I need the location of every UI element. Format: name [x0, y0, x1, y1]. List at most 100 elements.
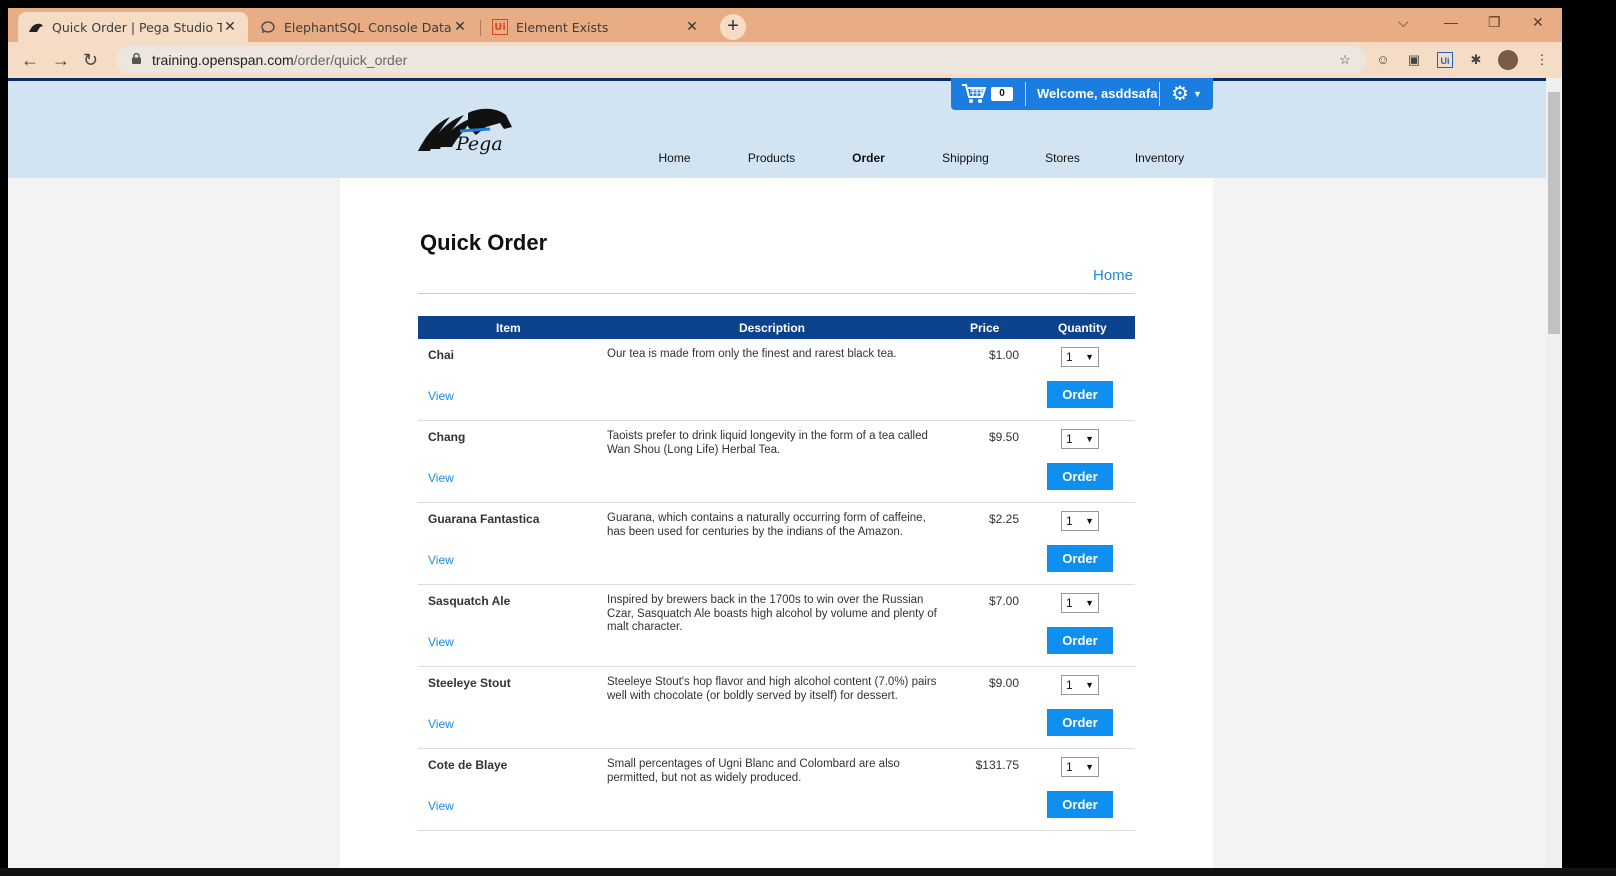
tab-element-exists[interactable]: Ui Element Exists ✕ — [482, 12, 710, 42]
tab-search-icon[interactable]: ⌵ — [1398, 14, 1409, 31]
address-bar[interactable]: training.openspan.com/order/quick_order — [116, 46, 1366, 74]
product-row: Chai Our tea is made from only the fines… — [418, 339, 1135, 421]
order-button[interactable]: Order — [1047, 791, 1113, 818]
extension-icon[interactable]: ▣ — [1406, 52, 1422, 68]
scrollbar-thumb[interactable] — [1548, 92, 1560, 334]
close-window-button[interactable]: ✕ — [1532, 14, 1544, 31]
tab-title: ElephantSQL Console DataBase f — [284, 19, 452, 35]
order-button[interactable]: Order — [1047, 545, 1113, 572]
quantity-value: 1 — [1066, 432, 1073, 446]
quantity-value: 1 — [1066, 760, 1073, 774]
tab-title: Quick Order | Pega Studio Trainin — [52, 19, 222, 35]
quantity-value: 1 — [1066, 514, 1073, 528]
tab-separator — [480, 20, 481, 36]
tab-strip: Quick Order | Pega Studio Trainin ✕ Elep… — [8, 8, 1562, 42]
product-name: Chang — [428, 430, 466, 444]
forward-arrow-icon[interactable]: → — [52, 50, 70, 71]
quantity-select[interactable]: 1 ▼ — [1061, 593, 1099, 613]
gear-icon[interactable]: ⚙ — [1171, 81, 1189, 106]
product-price: $2.25 — [988, 512, 1019, 526]
welcome-text[interactable]: Welcome, asddsafa — [1037, 86, 1157, 101]
order-button[interactable]: Order — [1047, 627, 1113, 654]
nav-shipping[interactable]: Shipping — [917, 151, 1014, 165]
view-link[interactable]: View — [428, 799, 454, 813]
column-header-quantity: Quantity — [1058, 321, 1107, 335]
url-path: /order/quick_order — [293, 52, 408, 68]
caret-down-icon[interactable]: ▼ — [1193, 89, 1202, 99]
divider — [1159, 82, 1160, 106]
pega-horse-icon — [28, 19, 44, 35]
cart-icon[interactable] — [961, 82, 987, 104]
tab-quick-order[interactable]: Quick Order | Pega Studio Trainin ✕ — [18, 12, 248, 42]
product-row: Cote de Blaye Small percentages of Ugni … — [418, 749, 1135, 831]
logo-wordmark: Pega — [456, 133, 503, 155]
chevron-down-icon: ▼ — [1085, 762, 1094, 772]
order-button[interactable]: Order — [1047, 381, 1113, 408]
product-price: $9.00 — [988, 676, 1019, 690]
taskbar-edge — [0, 868, 1616, 876]
back-arrow-icon[interactable]: ← — [21, 50, 39, 71]
view-link[interactable]: View — [428, 471, 454, 485]
order-button[interactable]: Order — [1047, 463, 1113, 490]
nav-stores[interactable]: Stores — [1014, 151, 1111, 165]
chevron-down-icon: ▼ — [1085, 434, 1094, 444]
nav-order[interactable]: Order — [820, 151, 917, 165]
chevron-down-icon: ▼ — [1085, 352, 1094, 362]
nav-inventory[interactable]: Inventory — [1111, 151, 1208, 165]
product-row: Guarana Fantastica Guarana, which contai… — [418, 503, 1135, 585]
product-row: Chang Taoists prefer to drink liquid lon… — [418, 421, 1135, 503]
quantity-select[interactable]: 1 ▼ — [1061, 675, 1099, 695]
extension-icon[interactable]: ☺ — [1375, 52, 1391, 68]
quantity-select[interactable]: 1 ▼ — [1061, 429, 1099, 449]
chevron-down-icon: ▼ — [1085, 598, 1094, 608]
product-description: Steeleye Stout's hop flavor and high alc… — [607, 676, 937, 702]
page-scrollbar[interactable] — [1546, 78, 1562, 868]
view-link[interactable]: View — [428, 553, 454, 567]
breadcrumb-home-link[interactable]: Home — [1093, 267, 1133, 284]
tab-elephantsql[interactable]: ElephantSQL Console DataBase f ✕ — [250, 12, 478, 42]
column-header-description: Description — [739, 321, 806, 335]
product-name: Sasquatch Ale — [428, 594, 511, 608]
view-link[interactable]: View — [428, 717, 454, 731]
product-name: Cote de Blaye — [428, 758, 508, 772]
reload-icon[interactable]: ↻ — [83, 50, 98, 71]
product-price: $1.00 — [988, 348, 1019, 362]
view-link[interactable]: View — [428, 389, 454, 403]
product-row: Sasquatch Ale Inspired by brewers back i… — [418, 585, 1135, 667]
quantity-value: 1 — [1066, 678, 1073, 692]
elephant-icon — [260, 19, 276, 35]
new-tab-button[interactable]: + — [720, 14, 746, 40]
nav-home[interactable]: Home — [626, 151, 723, 165]
cart-count-badge: 0 — [991, 87, 1013, 101]
uipath-extension-icon[interactable]: Ui — [1437, 52, 1453, 68]
divider — [418, 293, 1135, 294]
product-price: $7.00 — [988, 594, 1019, 608]
quantity-select[interactable]: 1 ▼ — [1061, 347, 1099, 367]
minimize-button[interactable]: — — [1444, 14, 1458, 30]
puzzle-icon[interactable]: ✱ — [1468, 52, 1484, 68]
order-button[interactable]: Order — [1047, 709, 1113, 736]
column-header-price: Price — [970, 321, 1000, 335]
close-tab-icon[interactable]: ✕ — [452, 19, 468, 35]
nav-products[interactable]: Products — [723, 151, 820, 165]
avatar[interactable] — [1498, 50, 1518, 70]
tab-title: Element Exists — [516, 19, 609, 35]
table-header: Item Description Price Quantity — [418, 316, 1135, 339]
quantity-value: 1 — [1066, 596, 1073, 610]
quantity-select[interactable]: 1 ▼ — [1061, 757, 1099, 777]
chevron-down-icon: ▼ — [1085, 680, 1094, 690]
menu-dots-icon[interactable]: ⋮ — [1534, 52, 1550, 68]
product-name: Steeleye Stout — [428, 676, 511, 690]
main-nav: Home Products Order Shipping Stores Inve… — [626, 151, 1226, 165]
site-header: Pega 0 Welcome, asddsafa ⚙ ▼ Home Produc… — [8, 78, 1546, 178]
quantity-select[interactable]: 1 ▼ — [1061, 511, 1099, 531]
close-tab-icon[interactable]: ✕ — [222, 19, 238, 35]
divider — [1025, 82, 1026, 106]
restore-button[interactable]: ❐ — [1488, 14, 1501, 31]
product-description: Inspired by brewers back in the 1700s to… — [607, 594, 937, 633]
product-description: Small percentages of Ugni Blanc and Colo… — [607, 758, 900, 784]
view-link[interactable]: View — [428, 635, 454, 649]
star-icon[interactable]: ☆ — [1337, 52, 1353, 68]
product-name: Chai — [428, 348, 455, 362]
close-tab-icon[interactable]: ✕ — [684, 19, 700, 35]
